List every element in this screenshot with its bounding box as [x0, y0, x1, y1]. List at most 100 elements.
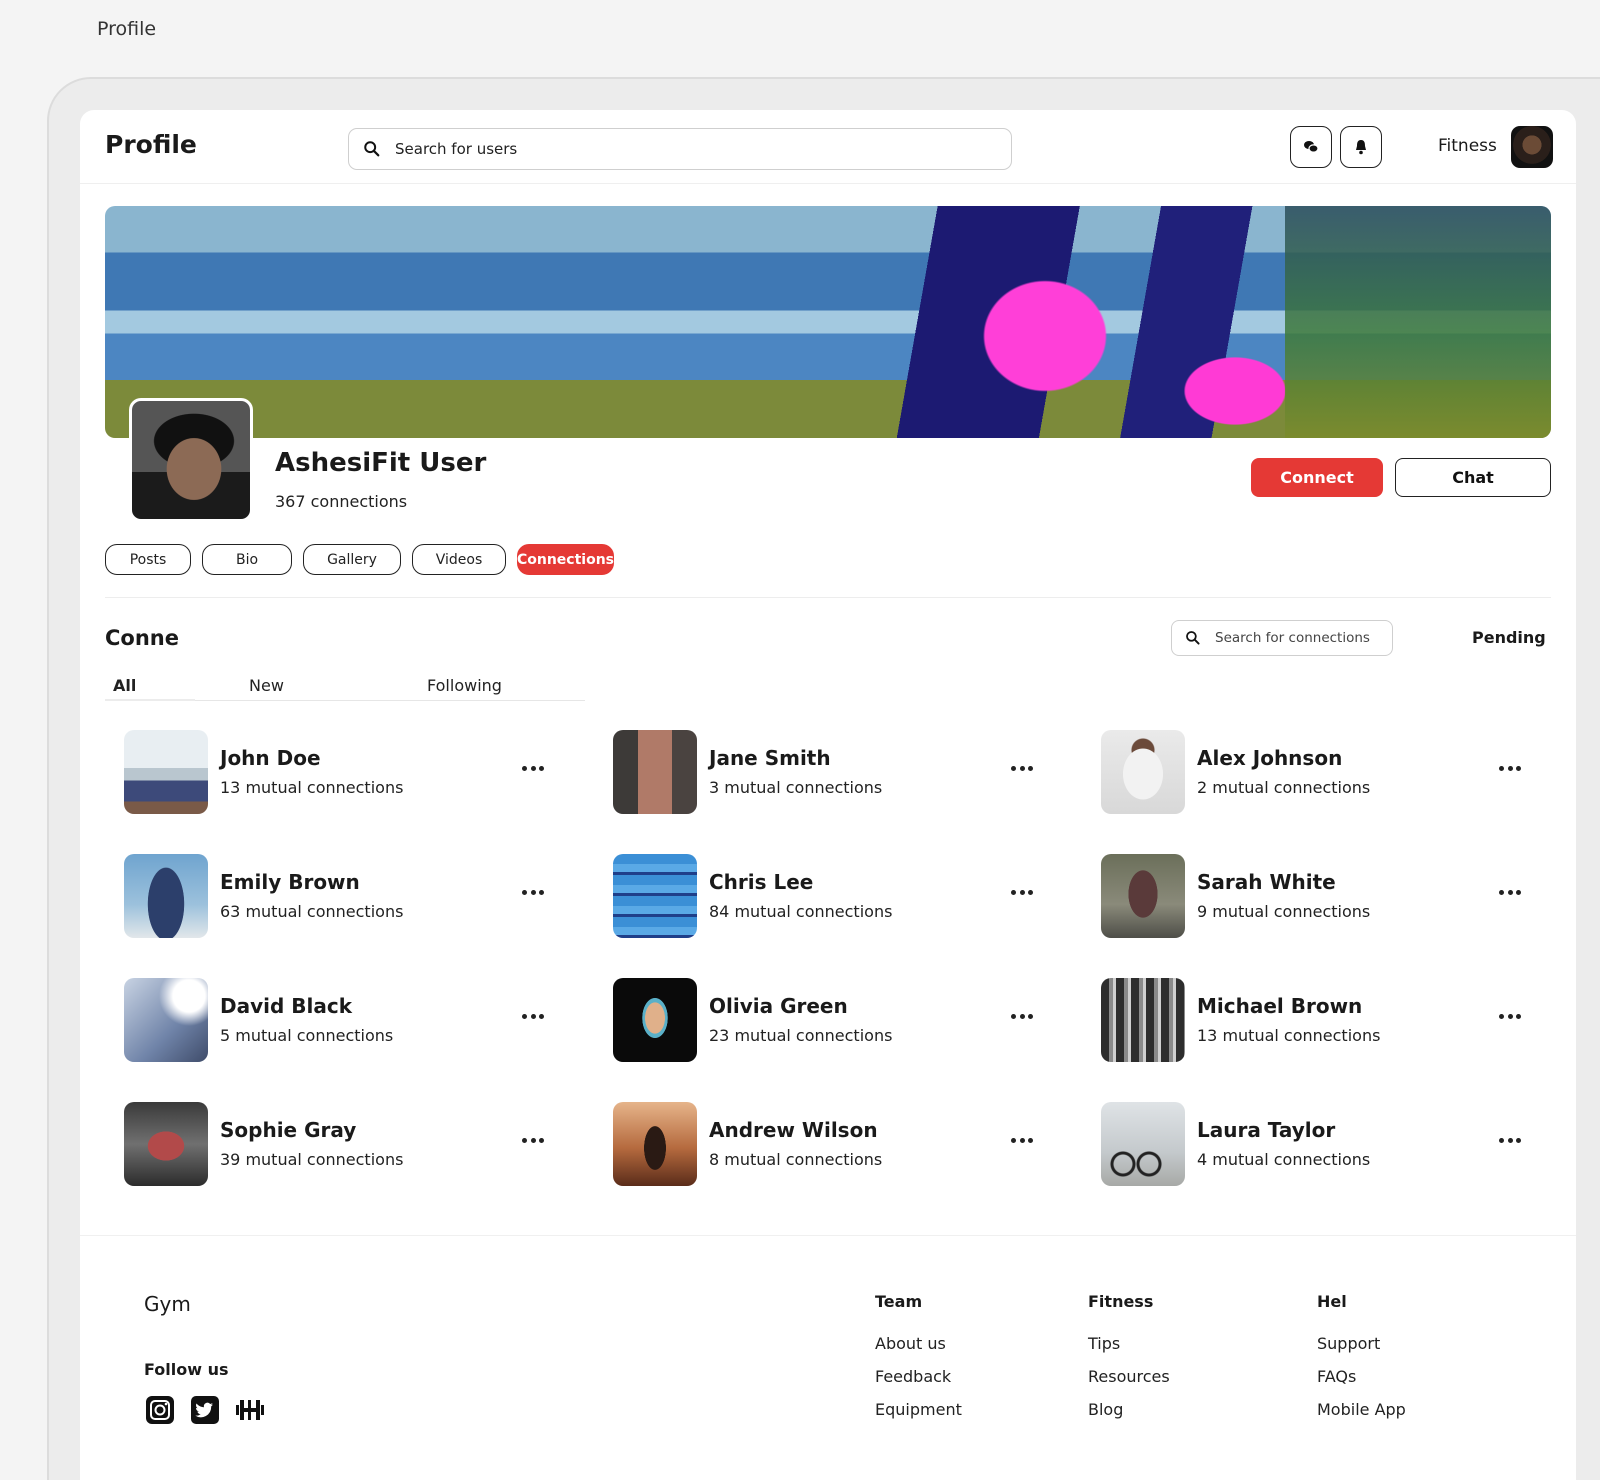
instagram-icon[interactable]	[144, 1394, 176, 1426]
section-divider	[105, 597, 1551, 598]
connections-count[interactable]: 367 connections	[275, 492, 407, 511]
connection-card[interactable]: Sarah White 9 mutual connections	[1101, 854, 1541, 938]
tab-posts[interactable]: Posts	[105, 544, 191, 575]
more-options-button[interactable]	[1009, 1006, 1035, 1026]
connection-name[interactable]: David Black	[220, 994, 352, 1018]
more-options-button[interactable]	[520, 758, 546, 778]
more-options-button[interactable]	[520, 1130, 546, 1150]
connection-name[interactable]: Jane Smith	[709, 746, 831, 770]
mutual-connections: 13 mutual connections	[220, 778, 404, 797]
more-options-button[interactable]	[1009, 1130, 1035, 1150]
mutual-connections: 84 mutual connections	[709, 902, 893, 921]
connection-card[interactable]: Olivia Green 23 mutual connections	[613, 978, 1053, 1062]
footer-fitness-title: Fitness	[1088, 1292, 1154, 1311]
tab-videos[interactable]: Videos	[412, 544, 506, 575]
connection-name[interactable]: Sophie Gray	[220, 1118, 356, 1142]
connection-name[interactable]: Alex Johnson	[1197, 746, 1342, 770]
connection-card[interactable]: Laura Taylor 4 mutual connections	[1101, 1102, 1541, 1186]
mutual-connections: 2 mutual connections	[1197, 778, 1371, 797]
profile-tabs: Posts Bio Gallery Videos Connections	[105, 544, 625, 575]
connections-search[interactable]	[1171, 620, 1393, 656]
tab-gallery[interactable]: Gallery	[303, 544, 401, 575]
connection-avatar	[124, 730, 208, 814]
avatar[interactable]	[1511, 126, 1553, 168]
more-options-button[interactable]	[1497, 1130, 1523, 1150]
connection-filters: All New Following	[105, 668, 585, 701]
footer-link-blog[interactable]: Blog	[1088, 1400, 1123, 1419]
more-options-button[interactable]	[520, 1006, 546, 1026]
search-icon	[364, 141, 380, 157]
app-screen: Profile Fitness AshesiFit User 367 conne…	[80, 110, 1576, 1480]
footer-link-faqs[interactable]: FAQs	[1317, 1367, 1356, 1386]
mutual-connections: 39 mutual connections	[220, 1150, 404, 1169]
connection-name[interactable]: John Doe	[220, 746, 321, 770]
chat-button[interactable]: Chat	[1395, 458, 1551, 497]
more-options-button[interactable]	[520, 882, 546, 902]
connection-card[interactable]: Sophie Gray 39 mutual connections	[124, 1102, 564, 1186]
more-options-button[interactable]	[1009, 882, 1035, 902]
connection-card[interactable]: Alex Johnson 2 mutual connections	[1101, 730, 1541, 814]
connection-name[interactable]: Emily Brown	[220, 870, 360, 894]
tab-bio[interactable]: Bio	[202, 544, 292, 575]
user-search-input[interactable]	[395, 140, 955, 158]
connect-button[interactable]: Connect	[1251, 458, 1383, 497]
user-search[interactable]	[348, 128, 1012, 170]
connection-name[interactable]: Sarah White	[1197, 870, 1336, 894]
connection-avatar	[124, 854, 208, 938]
connection-card[interactable]: Chris Lee 84 mutual connections	[613, 854, 1053, 938]
connection-card[interactable]: John Doe 13 mutual connections	[124, 730, 564, 814]
connection-name[interactable]: Chris Lee	[709, 870, 813, 894]
more-options-button[interactable]	[1497, 758, 1523, 778]
connection-name[interactable]: Michael Brown	[1197, 994, 1362, 1018]
notifications-button[interactable]	[1340, 126, 1382, 168]
connections-search-input[interactable]	[1215, 630, 1385, 646]
mutual-connections: 9 mutual connections	[1197, 902, 1371, 921]
profile-photo	[129, 398, 253, 522]
connection-card[interactable]: Jane Smith 3 mutual connections	[613, 730, 1053, 814]
footer-link-about[interactable]: About us	[875, 1334, 946, 1353]
connection-card[interactable]: Michael Brown 13 mutual connections	[1101, 978, 1541, 1062]
cover-image	[105, 206, 1551, 438]
mutual-connections: 3 mutual connections	[709, 778, 883, 797]
dumbbell-icon[interactable]	[234, 1394, 266, 1426]
pending-link[interactable]: Pending	[1472, 628, 1546, 647]
more-options-button[interactable]	[1009, 758, 1035, 778]
more-options-button[interactable]	[1497, 1006, 1523, 1026]
footer-link-mobile-app[interactable]: Mobile App	[1317, 1400, 1406, 1419]
footer-link-support[interactable]: Support	[1317, 1334, 1380, 1353]
mutual-connections: 63 mutual connections	[220, 902, 404, 921]
filter-all[interactable]: All	[113, 676, 136, 695]
footer-help-title: Hel	[1317, 1292, 1347, 1311]
connection-card[interactable]: David Black 5 mutual connections	[124, 978, 564, 1062]
connection-avatar	[1101, 1102, 1185, 1186]
connection-name[interactable]: Olivia Green	[709, 994, 848, 1018]
page-title: Profile	[105, 130, 197, 159]
tab-connections[interactable]: Connections	[517, 544, 614, 575]
connection-name[interactable]: Andrew Wilson	[709, 1118, 878, 1142]
footer-brand: Gym	[144, 1292, 191, 1316]
chat-icon	[1304, 141, 1319, 153]
mutual-connections: 5 mutual connections	[220, 1026, 394, 1045]
active-filter-underline	[105, 699, 195, 701]
connection-avatar	[613, 854, 697, 938]
filter-new[interactable]: New	[249, 676, 284, 695]
messages-button[interactable]	[1290, 126, 1332, 168]
page-caption: Profile	[97, 18, 157, 40]
footer-link-equipment[interactable]: Equipment	[875, 1400, 962, 1419]
connection-avatar	[613, 978, 697, 1062]
mutual-connections: 13 mutual connections	[1197, 1026, 1381, 1045]
user-menu-label[interactable]: Fitness	[1438, 136, 1497, 156]
footer-link-tips[interactable]: Tips	[1088, 1334, 1120, 1353]
connection-avatar	[1101, 978, 1185, 1062]
connection-name[interactable]: Laura Taylor	[1197, 1118, 1335, 1142]
more-options-button[interactable]	[1497, 882, 1523, 902]
connection-avatar	[613, 1102, 697, 1186]
connection-card[interactable]: Andrew Wilson 8 mutual connections	[613, 1102, 1053, 1186]
connection-card[interactable]: Emily Brown 63 mutual connections	[124, 854, 564, 938]
connection-avatar	[124, 978, 208, 1062]
footer-link-feedback[interactable]: Feedback	[875, 1367, 951, 1386]
filter-following[interactable]: Following	[427, 676, 502, 695]
footer-team-title: Team	[875, 1292, 923, 1311]
twitter-icon[interactable]	[189, 1394, 221, 1426]
footer-link-resources[interactable]: Resources	[1088, 1367, 1170, 1386]
